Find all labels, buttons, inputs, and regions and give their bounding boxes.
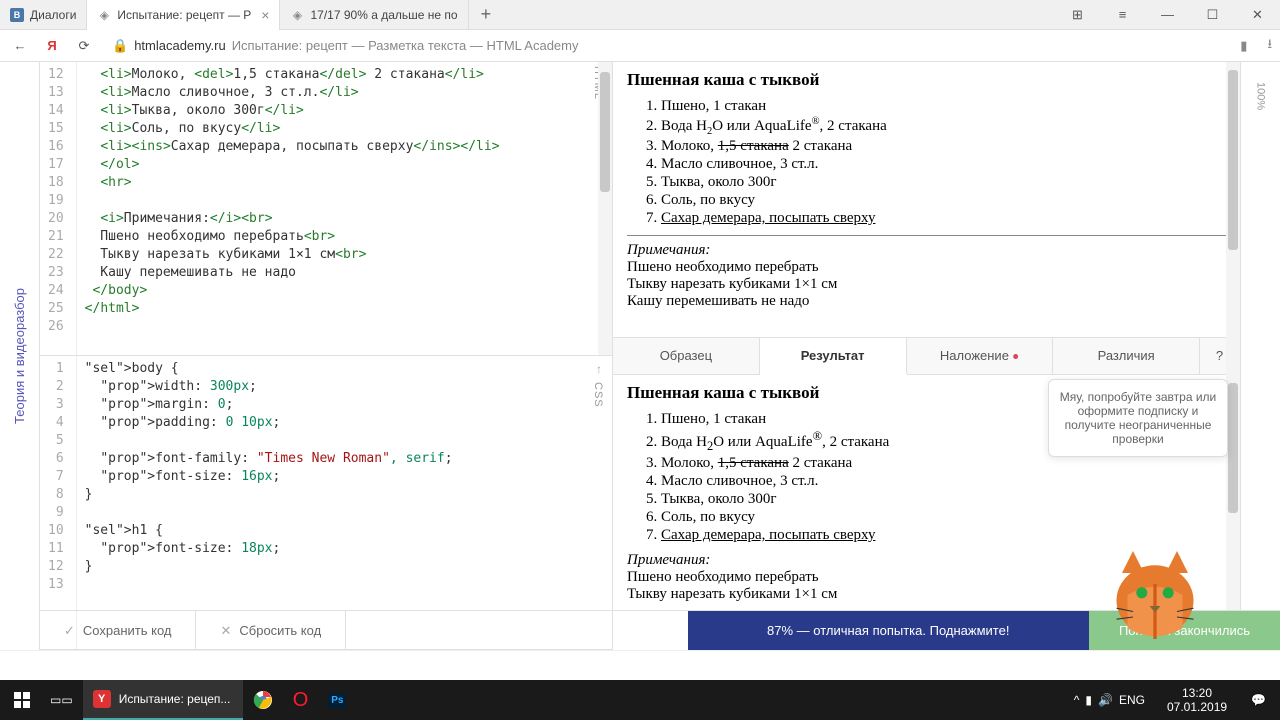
taskbar-app-photoshop[interactable]: Ps — [318, 680, 356, 720]
score-banner: 87% — отличная попытка. Поднажмите! — [688, 611, 1089, 650]
new-tab-button[interactable]: + — [469, 4, 504, 25]
collapse-arrow-icon[interactable]: ↑ — [596, 362, 602, 376]
yandex-button[interactable]: Я — [40, 34, 64, 58]
bookmark-icon[interactable]: ▮ — [1240, 38, 1247, 54]
system-tray[interactable]: ^ ▮ 🔊 ENG — [1066, 693, 1153, 707]
ingredient-list: Пшено, 1 стаканВода H2O или AquaLife®, 2… — [627, 98, 1226, 227]
line-gutter: 12345678910111213 — [40, 356, 77, 649]
tab-overlay[interactable]: Наложение • — [907, 338, 1054, 374]
list-item: Пшено, 1 стакан — [661, 98, 1226, 115]
download-icon[interactable]: ⭳ — [1267, 35, 1272, 57]
left-rail[interactable]: Теория и видеоразбор — [0, 62, 40, 650]
minimize-button[interactable]: — — [1145, 0, 1190, 30]
windows-taskbar: ▭▭ Y Испытание: рецеп... O Ps ^ ▮ 🔊 ENG … — [0, 680, 1280, 720]
code-content[interactable]: "sel">body { "prop">width: 300px; "prop"… — [77, 356, 612, 649]
code-content[interactable]: <li>Молоко, <del>1,5 стакана</del> 2 ста… — [77, 62, 612, 355]
close-button[interactable]: ✕ — [1235, 0, 1280, 30]
line-gutter: 121314151617181920212223242526 — [40, 62, 77, 355]
language-indicator[interactable]: ENG — [1119, 693, 1145, 707]
mascot-cat-icon — [1100, 540, 1210, 650]
settings-icon[interactable]: ⊞ — [1055, 0, 1100, 30]
start-button[interactable] — [4, 680, 40, 720]
opera-icon: O — [293, 689, 309, 712]
zoom-label: 100% — [1255, 82, 1267, 110]
taskbar-clock[interactable]: 13:20 07.01.2019 — [1157, 686, 1237, 714]
preview-column: Пшенная каша с тыквой Пшено, 1 стаканВод… — [612, 62, 1240, 650]
url-domain: htmlacademy.ru — [134, 38, 226, 53]
list-item: Масло сливочное, 3 ст.л. — [661, 156, 1226, 173]
notes-body: Пшено необходимо перебратьТыкву нарезать… — [627, 259, 1226, 310]
preview-reference: Пшенная каша с тыквой Пшено, 1 стаканВод… — [613, 62, 1240, 337]
check-icon: ✓ — [64, 623, 75, 639]
browser-tab-challenge[interactable]: ◈ Испытание: рецепт — Р × — [87, 0, 280, 30]
html-editor[interactable]: HTML 121314151617181920212223242526 <li>… — [40, 62, 612, 356]
list-item: Молоко, 1,5 стакана 2 стакана — [661, 138, 1226, 155]
yandex-icon: Y — [93, 690, 111, 708]
network-icon[interactable]: ▮ — [1085, 693, 1092, 707]
url-field[interactable]: 🔒 htmlacademy.ru Испытание: рецепт — Раз… — [104, 38, 1232, 54]
close-icon[interactable]: × — [261, 7, 269, 23]
taskview-button[interactable]: ▭▭ — [40, 680, 83, 720]
window-controls: ⊞ ≡ — ☐ ✕ — [1055, 0, 1280, 30]
scrollbar[interactable] — [598, 62, 612, 355]
photoshop-icon: Ps — [328, 693, 346, 708]
status-footer — [0, 650, 1280, 680]
preview-result: Пшенная каша с тыквой Пшено, 1 стаканВод… — [613, 375, 1240, 650]
back-button[interactable]: ← — [8, 34, 32, 58]
pane-label-css: CSS — [592, 382, 604, 408]
css-editor[interactable]: ↑ CSS 12345678910111213 "sel">body { "pr… — [40, 356, 612, 650]
list-item: Масло сливочное, 3 ст.л. — [661, 473, 1226, 490]
scrollbar[interactable] — [1226, 375, 1240, 650]
vk-icon: B — [10, 8, 24, 22]
tab-label: 17/17 90% а дальше не по — [310, 8, 457, 22]
reload-button[interactable]: ⟳ — [72, 34, 96, 58]
shield-icon: ◈ — [290, 8, 304, 22]
browser-tab-progress[interactable]: ◈ 17/17 90% а дальше не по — [280, 0, 468, 30]
x-icon: ✕ — [220, 623, 231, 639]
scrollbar[interactable] — [1226, 62, 1240, 337]
shield-icon: ◈ — [97, 8, 111, 22]
volume-icon[interactable]: 🔊 — [1098, 693, 1113, 707]
notifications-button[interactable]: 💬 — [1241, 680, 1276, 720]
mascot-tooltip: Мяу, попробуйте завтра или оформите подп… — [1048, 379, 1228, 457]
list-item: Соль, по вкусу — [661, 509, 1226, 526]
bottom-bar: ✓ Сохранить код ✕ Сбросить код 87% — отл… — [40, 610, 1280, 650]
tab-sample[interactable]: Образец — [613, 338, 760, 374]
tab-label: Диалоги — [30, 8, 76, 22]
chrome-icon — [253, 690, 273, 710]
lock-icon: 🔒 — [112, 38, 128, 54]
list-item: Молоко, 1,5 стакана 2 стакана — [661, 455, 1226, 472]
maximize-button[interactable]: ☐ — [1190, 0, 1235, 30]
taskbar-app-yandex[interactable]: Y Испытание: рецеп... — [83, 680, 243, 720]
taskbar-app-chrome[interactable] — [243, 680, 283, 720]
chevron-up-icon[interactable]: ^ — [1074, 693, 1080, 707]
right-rail[interactable]: 100% — [1240, 62, 1280, 650]
app-main: Теория и видеоразбор HTML 12131415161718… — [0, 62, 1280, 650]
save-button[interactable]: ✓ Сохранить код — [40, 611, 196, 650]
notes-heading: Примечания: — [627, 242, 1226, 259]
tab-diff[interactable]: Различия — [1053, 338, 1200, 374]
list-item: Тыква, около 300г — [661, 491, 1226, 508]
list-item: Сахар демерара, посыпать сверху — [661, 210, 1226, 227]
preview-tabs: Образец Результат Наложение • Различия ? — [613, 337, 1240, 375]
list-item: Вода H2O или AquaLife®, 2 стакана — [661, 116, 1226, 137]
reset-button[interactable]: ✕ Сбросить код — [196, 611, 346, 650]
editor-column: HTML 121314151617181920212223242526 <li>… — [40, 62, 612, 650]
browser-tab-dialogs[interactable]: B Диалоги — [0, 0, 87, 30]
tab-label: Испытание: рецепт — Р — [117, 8, 251, 22]
menu-icon[interactable]: ≡ — [1100, 0, 1145, 30]
url-path: Испытание: рецепт — Разметка текста — HT… — [232, 38, 579, 53]
divider — [627, 235, 1226, 236]
left-rail-label: Теория и видеоразбор — [12, 288, 27, 424]
list-item: Соль, по вкусу — [661, 192, 1226, 209]
address-bar: ← Я ⟳ 🔒 htmlacademy.ru Испытание: рецепт… — [0, 30, 1280, 62]
tab-result[interactable]: Результат — [760, 338, 907, 375]
list-item: Тыква, около 300г — [661, 174, 1226, 191]
browser-tab-strip: B Диалоги ◈ Испытание: рецепт — Р × ◈ 17… — [0, 0, 1280, 30]
taskbar-app-opera[interactable]: O — [283, 680, 319, 720]
recipe-title: Пшенная каша с тыквой — [627, 70, 1226, 90]
